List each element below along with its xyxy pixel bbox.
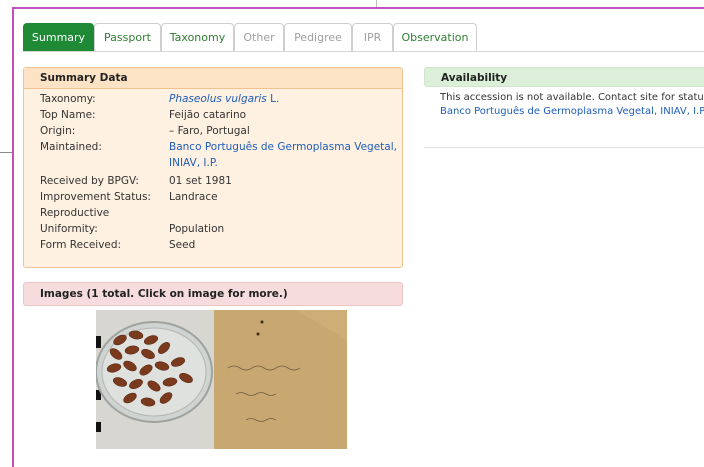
taxonomy-label: Taxonomy: — [40, 93, 96, 105]
tab-summary[interactable]: Summary — [23, 23, 94, 51]
availability-panel: Availability This accession is not avail… — [424, 67, 704, 148]
form-received-label: Form Received: — [40, 239, 122, 251]
maintained-label: Maintained: — [40, 141, 102, 153]
tab-other: Other — [234, 23, 284, 51]
top-name-value: Feijão catarino — [169, 109, 247, 121]
maintained-link-line2[interactable]: INIAV, I.P. — [169, 157, 218, 169]
origin-value: – Faro, Portugal — [169, 125, 250, 137]
availability-site-link[interactable]: Banco Português de Germoplasma Vegetal, … — [424, 106, 704, 117]
uniformity-value: Population — [169, 223, 225, 235]
accession-photo[interactable] — [96, 310, 347, 449]
origin-label: Origin: — [40, 125, 76, 137]
availability-text: This accession is not available. Contact… — [440, 92, 704, 103]
summary-panel: Summary Data Taxonomy: Phaseolus vulgari… — [23, 67, 403, 268]
summary-title: Summary Data — [24, 68, 402, 89]
improvement-value: Landrace — [169, 191, 218, 203]
received-value: 01 set 1981 — [169, 175, 232, 187]
tab-bar: Summary Passport Taxonomy Other Pedigree… — [23, 23, 704, 52]
tab-passport[interactable]: Passport — [94, 23, 161, 51]
uniformity-label: Uniformity: — [40, 223, 98, 235]
tab-ipr: IPR — [352, 23, 393, 51]
reproductive-label: Reproductive — [40, 207, 110, 219]
background-rule — [376, 0, 377, 7]
form-received-value: Seed — [169, 239, 196, 251]
taxonomy-species[interactable]: Phaseolus vulgaris — [169, 93, 267, 105]
availability-title: Availability — [424, 67, 704, 87]
improvement-label: Improvement Status: — [40, 191, 151, 203]
seed-photo-drawing[interactable] — [96, 310, 347, 449]
tab-observation[interactable]: Observation — [393, 23, 477, 51]
maintained-link-line1[interactable]: Banco Português de Germoplasma Vegetal, — [169, 141, 397, 153]
top-name-label: Top Name: — [40, 109, 96, 121]
images-title: Images (1 total. Click on image for more… — [23, 282, 403, 306]
taxonomy-link[interactable]: Phaseolus vulgaris L. — [169, 93, 279, 105]
received-label: Received by BPGV: — [40, 175, 139, 187]
availability-divider — [424, 147, 704, 148]
background-rule — [0, 152, 12, 153]
tab-taxonomy[interactable]: Taxonomy — [161, 23, 234, 51]
taxonomy-author[interactable]: L. — [267, 93, 279, 105]
tab-pedigree: Pedigree — [284, 23, 352, 51]
